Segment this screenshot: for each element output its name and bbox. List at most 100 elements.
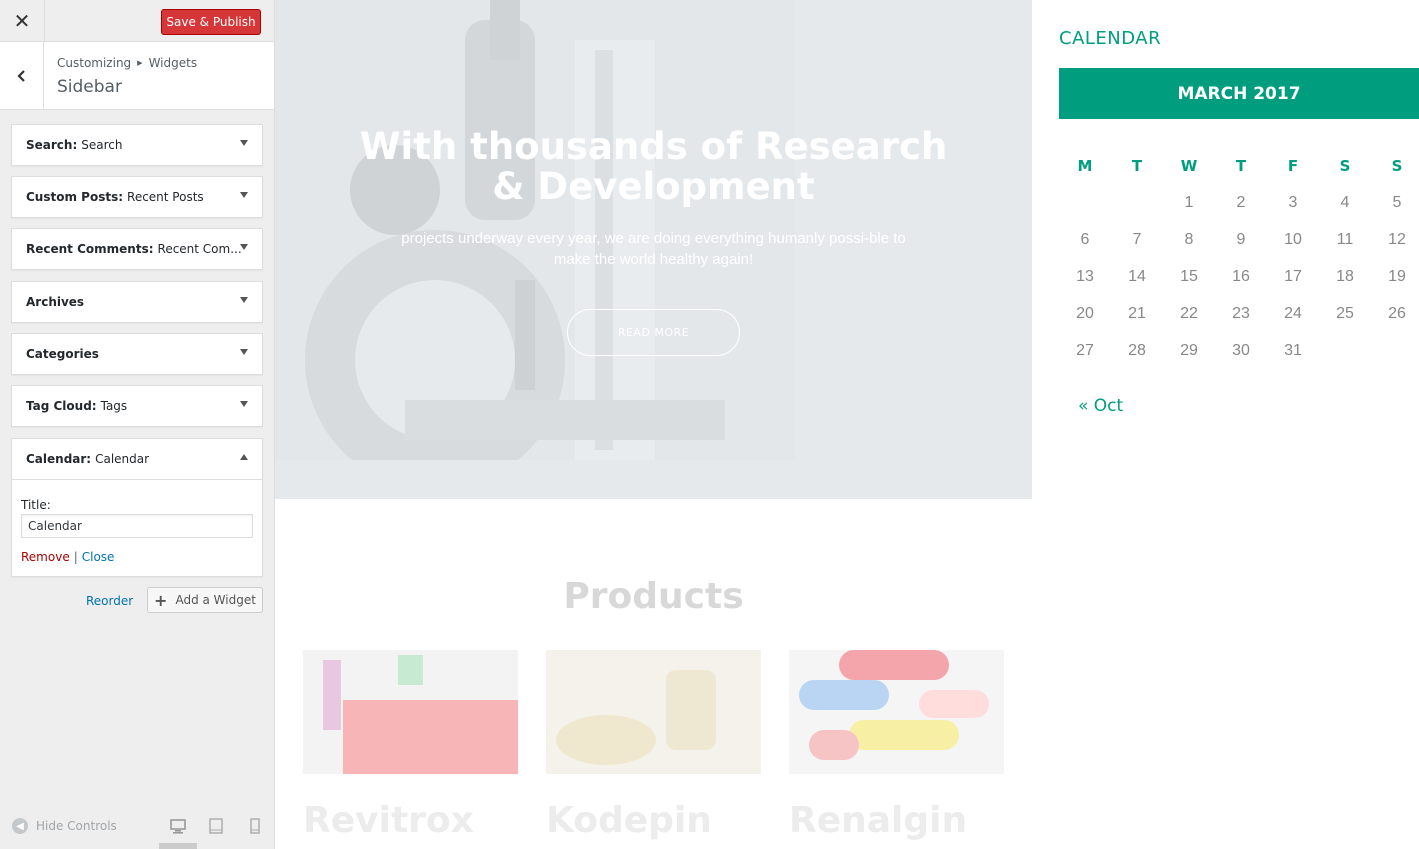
tablet-preview-button[interactable]: [207, 817, 225, 835]
site-preview: With thousands of Research & Development…: [275, 0, 1419, 849]
customizer-panel: ✕ Save & Publish Customizing ▶ Widgets S…: [0, 0, 275, 849]
widget-title: Tags: [100, 399, 128, 413]
save-publish-button[interactable]: Save & Publish: [161, 9, 261, 35]
calendar-day: 11: [1336, 230, 1354, 248]
product-card[interactable]: Revitrox: [303, 650, 518, 841]
widget-recent-comments: Recent Comments: Recent Com...: [11, 228, 263, 270]
collapse-arrow-icon[interactable]: [240, 454, 248, 460]
calendar-day: 30: [1232, 341, 1250, 359]
calendar-day: 8: [1184, 230, 1194, 248]
actions-separator: |: [73, 550, 78, 564]
section-header: Customizing ▶ Widgets Sidebar: [0, 42, 274, 110]
breadcrumb-customizing: Customizing: [57, 56, 132, 70]
calendar-day: 1: [1184, 193, 1194, 211]
remove-link[interactable]: Remove: [21, 550, 70, 564]
expand-arrow-icon[interactable]: [240, 401, 248, 407]
desktop-preview-button[interactable]: [169, 817, 187, 835]
collapse-arrow-icon: ◀: [12, 818, 28, 834]
read-more-button[interactable]: READ MORE: [567, 309, 740, 356]
back-button[interactable]: [0, 42, 44, 109]
calendar-day: 25: [1336, 304, 1354, 322]
expand-arrow-icon[interactable]: [240, 244, 248, 250]
calendar-day: 13: [1076, 267, 1094, 285]
calendar-day: 16: [1232, 267, 1250, 285]
mobile-icon: [250, 818, 260, 834]
expand-arrow-icon[interactable]: [240, 349, 248, 355]
hero-banner: With thousands of Research & Development…: [275, 0, 1032, 499]
widget-title: Calendar: [95, 452, 150, 466]
customizer-header: ✕ Save & Publish: [0, 0, 274, 42]
calendar-day: 15: [1180, 267, 1198, 285]
widget-header[interactable]: Calendar: Calendar: [12, 439, 262, 479]
desktop-icon: [170, 819, 186, 834]
breadcrumb-widgets: Widgets: [148, 56, 198, 70]
title-input[interactable]: [21, 514, 253, 538]
calendar-weekday-row: MTWTFSS: [1059, 147, 1419, 184]
product-image: [546, 650, 761, 774]
calendar-day: 26: [1388, 304, 1406, 322]
calendar-week-row: 27 28 29 30 31: [1059, 332, 1419, 369]
calendar-day: 21: [1128, 304, 1146, 322]
widget-header[interactable]: Custom Posts: Recent Posts: [12, 177, 262, 217]
customizer-footer: ◀ Hide Controls: [0, 805, 274, 849]
hide-controls-label: Hide Controls: [36, 819, 117, 833]
calendar-week-row: 20 21 22 23 24 25 26: [1059, 295, 1419, 332]
calendar-weekday: W: [1180, 156, 1198, 175]
calendar-day: 6: [1080, 230, 1090, 248]
add-widget-button[interactable]: + Add a Widget: [147, 587, 263, 613]
widget-title: Search: [81, 138, 123, 152]
calendar-prev-link[interactable]: « Oct: [1078, 396, 1123, 416]
calendar-day: 3: [1288, 193, 1298, 211]
calendar-day: 22: [1180, 304, 1198, 322]
product-image: [789, 650, 1004, 774]
calendar-day: 20: [1076, 304, 1094, 322]
widget-header[interactable]: Recent Comments: Recent Com...: [12, 229, 262, 269]
hero-heading: With thousands of Research & Development: [359, 125, 948, 208]
product-card[interactable]: Renalgin: [789, 650, 1004, 841]
calendar-day: 9: [1236, 230, 1246, 248]
calendar-day: 24: [1284, 304, 1302, 322]
expand-arrow-icon[interactable]: [240, 192, 248, 198]
calendar-day: 27: [1076, 341, 1094, 359]
widget-type: Search:: [26, 138, 78, 152]
calendar-day: 4: [1340, 193, 1350, 211]
mobile-preview-button[interactable]: [246, 817, 264, 835]
hide-controls-button[interactable]: ◀ Hide Controls: [12, 818, 117, 834]
close-customizer-button[interactable]: ✕: [0, 0, 45, 42]
widget-custom-posts: Custom Posts: Recent Posts: [11, 176, 263, 218]
calendar-caption: MARCH 2017: [1059, 68, 1419, 119]
active-device-indicator: [159, 843, 197, 849]
widget-header[interactable]: Tag Cloud: Tags: [12, 386, 262, 426]
calendar-weekday: S: [1339, 156, 1351, 175]
product-card[interactable]: Kodepin: [546, 650, 761, 841]
widget-type: Recent Comments:: [26, 242, 154, 256]
calendar-day: 23: [1232, 304, 1250, 322]
widget-header[interactable]: Archives: [12, 282, 262, 322]
calendar-table: M T W T F S S 1 2 3 4 5 6 7 8 9 10 11 12 13 14 15 16 17 18 19 20 21…: [1059, 147, 1419, 369]
calendar-day: 7: [1132, 230, 1142, 248]
calendar-day: 18: [1336, 267, 1354, 285]
widget-title: Recent Com...: [157, 242, 242, 256]
calendar-weekday: S: [1391, 156, 1403, 175]
widget-form: Title: Remove| Close: [12, 479, 262, 576]
expand-arrow-icon[interactable]: [240, 140, 248, 146]
calendar-day: 10: [1284, 230, 1302, 248]
widget-type: Archives: [26, 295, 85, 309]
close-link[interactable]: Close: [82, 550, 115, 564]
hero-text: projects underway every year, we are doi…: [401, 230, 906, 268]
calendar-weekday: F: [1287, 156, 1299, 175]
plus-icon: +: [154, 590, 168, 610]
calendar-day: 17: [1284, 267, 1302, 285]
calendar-day: 2: [1236, 193, 1246, 211]
calendar-weekday: T: [1131, 156, 1143, 175]
widget-header[interactable]: Categories: [12, 334, 262, 374]
product-name: Revitrox: [303, 800, 474, 841]
reorder-link[interactable]: Reorder: [86, 594, 133, 608]
calendar-day: 12: [1388, 230, 1406, 248]
widget-header[interactable]: Search: Search: [12, 125, 262, 165]
widget-type: Calendar:: [26, 452, 92, 466]
widget-title: Recent Posts: [127, 190, 204, 204]
calendar-day: 31: [1284, 341, 1302, 359]
products-heading: Products: [563, 576, 744, 617]
expand-arrow-icon[interactable]: [240, 297, 248, 303]
